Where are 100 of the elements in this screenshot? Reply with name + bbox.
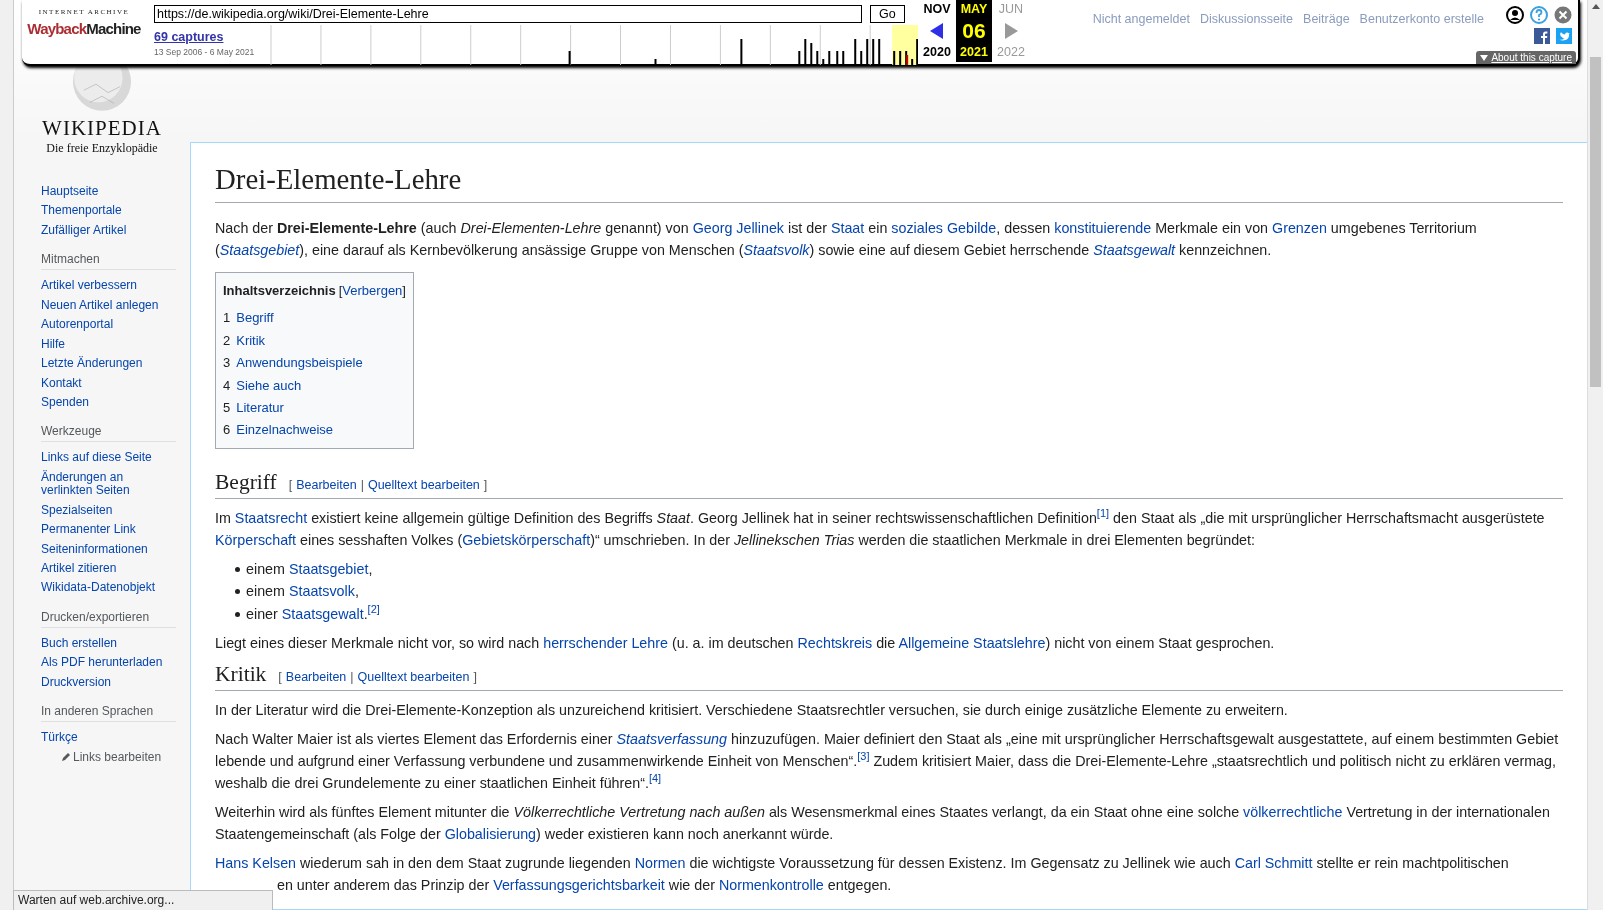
reference-link[interactable]: [2] — [367, 603, 380, 616]
facebook-icon[interactable] — [1534, 28, 1550, 44]
link[interactable]: Staat — [830, 220, 865, 237]
link[interactable]: Normen — [634, 855, 686, 872]
sidebar-link[interactable]: Türkçe — [41, 728, 171, 748]
section-heading: Kritik — [215, 661, 267, 689]
twitter-icon[interactable] — [1556, 28, 1572, 44]
capture-bar[interactable] — [816, 51, 819, 65]
link[interactable]: Staatsrecht — [234, 509, 308, 526]
link[interactable]: Normenkontrolle — [718, 877, 824, 894]
sidebar-link[interactable]: Seiteninformationen — [41, 539, 171, 559]
capture-bar[interactable] — [866, 39, 869, 65]
edit-link[interactable]: Quelltext bearbeiten — [367, 473, 480, 496]
sidebar-link[interactable]: Hauptseite — [41, 182, 171, 202]
toc-item[interactable]: 1 Begriff — [223, 307, 406, 330]
go-button[interactable]: Go — [870, 5, 905, 23]
capture-date[interactable]: MAY 06 2021 — [956, 0, 992, 62]
toc-item[interactable]: 3 Anwendungsbeispiele — [223, 352, 406, 375]
toc-title: Inhaltsverzeichnis — [223, 282, 336, 301]
scrollbar-thumb[interactable] — [1590, 57, 1601, 387]
capture-bar[interactable] — [822, 59, 825, 65]
sidebar-link[interactable]: Kontakt — [41, 373, 171, 393]
sidebar-link[interactable]: Artikel verbessern — [41, 276, 171, 296]
capture-bar[interactable] — [798, 51, 801, 65]
bracket: ] — [483, 476, 488, 494]
sidebar-link[interactable]: Zufälliger Artikel — [41, 220, 171, 241]
sidebar-link[interactable]: Autorenportal — [41, 315, 171, 335]
sidebar-link[interactable]: Themenportale — [41, 201, 171, 221]
close-icon[interactable] — [1554, 6, 1572, 24]
sidebar-link[interactable]: Neuen Artikel anlegen — [41, 295, 171, 316]
edit-link[interactable]: Bearbeiten — [296, 473, 357, 496]
sidebar-link[interactable]: Wikidata-Datenobjekt — [41, 578, 171, 598]
link[interactable]: Carl Schmitt — [1234, 855, 1313, 872]
sidebar-link[interactable]: Buch erstellen — [41, 633, 171, 654]
capture-date[interactable]: NOV 2020 — [918, 0, 956, 62]
link[interactable]: Georg Jellinek — [692, 220, 784, 237]
capture-bar[interactable] — [740, 39, 743, 65]
capture-bar[interactable] — [860, 51, 863, 65]
sidebar-link[interactable]: Spezialseiten — [41, 500, 171, 521]
capture-bar[interactable] — [568, 51, 571, 65]
link[interactable]: Staatsvolk — [288, 583, 355, 600]
bullet-icon — [235, 589, 240, 595]
help-icon[interactable] — [1530, 6, 1548, 24]
sidebar-link[interactable]: Druckversion — [41, 672, 171, 693]
toc-toggle[interactable]: [Verbergen] — [338, 280, 406, 303]
capture-bar[interactable] — [836, 51, 839, 65]
reference-link[interactable]: [4] — [648, 772, 662, 785]
scroll-up-icon[interactable] — [1591, 4, 1600, 9]
captures-link[interactable]: 69 captures — [154, 30, 269, 44]
previous-arrow-icon[interactable] — [930, 22, 944, 39]
user-icon[interactable] — [1506, 6, 1524, 24]
wikipedia-wordmark[interactable]: WIKIPEDIA — [42, 116, 162, 141]
link[interactable]: Gebietskörperschaft — [462, 531, 591, 548]
edit-link[interactable]: Bearbeiten — [285, 666, 347, 689]
capture-bar[interactable] — [878, 39, 881, 65]
sidebar-link[interactable]: Als PDF herunterladen — [41, 653, 171, 673]
link[interactable]: Allgemeine Staatslehre — [898, 635, 1046, 652]
sidebar-link[interactable]: Links auf diese Seite — [41, 448, 171, 468]
capture-bar[interactable] — [893, 51, 896, 65]
capture-bar[interactable] — [854, 39, 857, 65]
link[interactable]: Staatsverfassung — [616, 731, 727, 748]
link[interactable]: Staatsgebiet — [288, 560, 369, 577]
link[interactable]: Grenzen — [1272, 220, 1327, 237]
next-arrow-icon[interactable] — [1004, 22, 1018, 39]
sidebar-link[interactable]: Permanenter Link — [41, 520, 171, 540]
sidebar-link[interactable]: Artikel zitieren — [41, 559, 171, 579]
link[interactable]: Rechtskreis — [797, 635, 873, 652]
edit-link[interactable]: Quelltext bearbeiten — [357, 666, 470, 689]
capture-bar[interactable] — [654, 59, 657, 65]
about-capture-button[interactable]: About this capture — [1476, 51, 1576, 64]
url-field[interactable]: https://de.wikipedia.org/wiki/Drei-Elemente-Lehre — [154, 5, 862, 23]
reference-link[interactable]: [1] — [1096, 507, 1110, 520]
toc-item[interactable]: 6 Einzelnachweise — [223, 419, 406, 442]
link[interactable]: völkerrechtliche — [1243, 804, 1343, 821]
link[interactable]: soziales Gebilde — [891, 220, 997, 237]
capture-bar[interactable] — [828, 51, 831, 65]
link[interactable]: Verfassungsgerichtsbarkeit — [493, 877, 665, 894]
status-bar: Warten auf web.archive.org... — [13, 890, 273, 910]
toc-item[interactable]: 2 Kritik — [223, 329, 406, 353]
toc-item[interactable]: 4 Siehe auch — [223, 374, 406, 398]
capture-bar[interactable] — [872, 39, 875, 65]
link[interactable]: konstituierende — [1054, 220, 1152, 237]
link[interactable]: Hans Kelsen — [215, 855, 297, 872]
sidebar-link[interactable]: Letzte Änderungen — [41, 354, 171, 374]
capture-bar[interactable] — [804, 39, 807, 65]
link[interactable]: Staatsgebiet — [219, 242, 300, 259]
reference-link[interactable]: [3] — [857, 750, 870, 763]
link[interactable]: Globalisierung — [444, 826, 537, 843]
capture-bar[interactable] — [810, 43, 813, 65]
sidebar-link[interactable]: Hilfe — [41, 334, 171, 355]
link[interactable]: herrschender Lehre — [543, 635, 668, 652]
toc-item[interactable]: 5 Literatur — [223, 397, 406, 420]
capture-bar[interactable] — [842, 51, 845, 65]
link[interactable]: Staatsvolk — [743, 242, 810, 259]
sidebar-link[interactable]: Spenden — [41, 392, 171, 413]
link[interactable]: Körperschaft — [215, 531, 297, 548]
edit-links-link[interactable]: Links bearbeiten — [61, 747, 190, 766]
link[interactable]: Staatsgewalt — [281, 605, 364, 622]
link[interactable]: Staatsgewalt — [1093, 242, 1176, 259]
sidebar-link[interactable]: Änderungen an verlinkten Seiten — [41, 467, 171, 501]
